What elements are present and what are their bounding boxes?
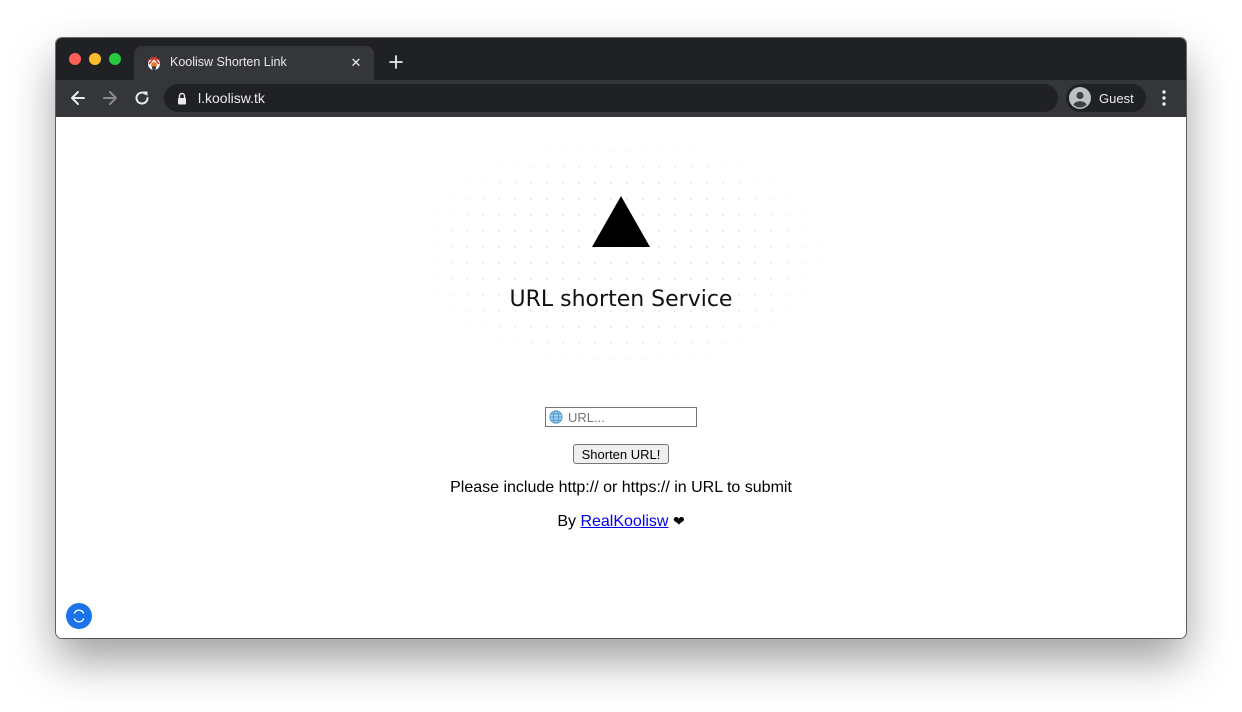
- url-input[interactable]: [568, 408, 692, 426]
- page-title: URL shorten Service: [509, 287, 733, 312]
- plus-icon[interactable]: [386, 52, 406, 72]
- profile-button[interactable]: Guest: [1066, 84, 1146, 112]
- byline-prefix: By: [557, 513, 576, 530]
- heart-icon: ❤: [672, 514, 685, 530]
- koolisw-favicon-icon: [147, 56, 161, 70]
- triangle-logo-icon: [592, 196, 650, 247]
- url-input-field[interactable]: [545, 407, 697, 427]
- avatar-icon: [1069, 87, 1091, 109]
- kebab-menu-icon[interactable]: [1154, 88, 1174, 108]
- lock-icon: [178, 92, 186, 105]
- tab-koolisw-shorten-link[interactable]: Koolisw Shorten Link ✕: [134, 46, 374, 80]
- close-window-button[interactable]: [69, 53, 81, 65]
- back-arrow-icon[interactable]: [68, 88, 88, 108]
- forward-arrow-icon[interactable]: [100, 88, 120, 108]
- tab-title: Koolisw Shorten Link: [170, 55, 287, 69]
- url-hint-text: Please include http:// or https:// in UR…: [450, 479, 792, 496]
- minimize-window-button[interactable]: [89, 53, 101, 65]
- shorten-url-button[interactable]: Shorten URL!: [573, 444, 669, 464]
- refresh-fab-icon: [73, 609, 85, 623]
- profile-label: Guest: [1099, 91, 1134, 106]
- page-content: URL shorten Service Shorten URL! Please …: [56, 117, 1186, 638]
- dotted-hero-background: [395, 127, 847, 385]
- reload-icon[interactable]: [132, 88, 152, 108]
- refresh-fab-button[interactable]: [66, 603, 92, 629]
- address-bar-url: l.koolisw.tk: [198, 90, 265, 106]
- tab-close-icon[interactable]: ✕: [346, 53, 366, 73]
- browser-window: Koolisw Shorten Link ✕ l.koolisw.tk Gues…: [56, 38, 1186, 638]
- address-bar[interactable]: l.koolisw.tk: [164, 84, 1058, 112]
- tab-strip: Koolisw Shorten Link ✕: [56, 38, 1186, 80]
- globe-icon: [549, 410, 563, 424]
- maximize-window-button[interactable]: [109, 53, 121, 65]
- author-link[interactable]: RealKoolisw: [580, 513, 668, 530]
- byline: By RealKoolisw ❤: [56, 513, 1186, 531]
- browser-toolbar: l.koolisw.tk Guest: [56, 80, 1186, 117]
